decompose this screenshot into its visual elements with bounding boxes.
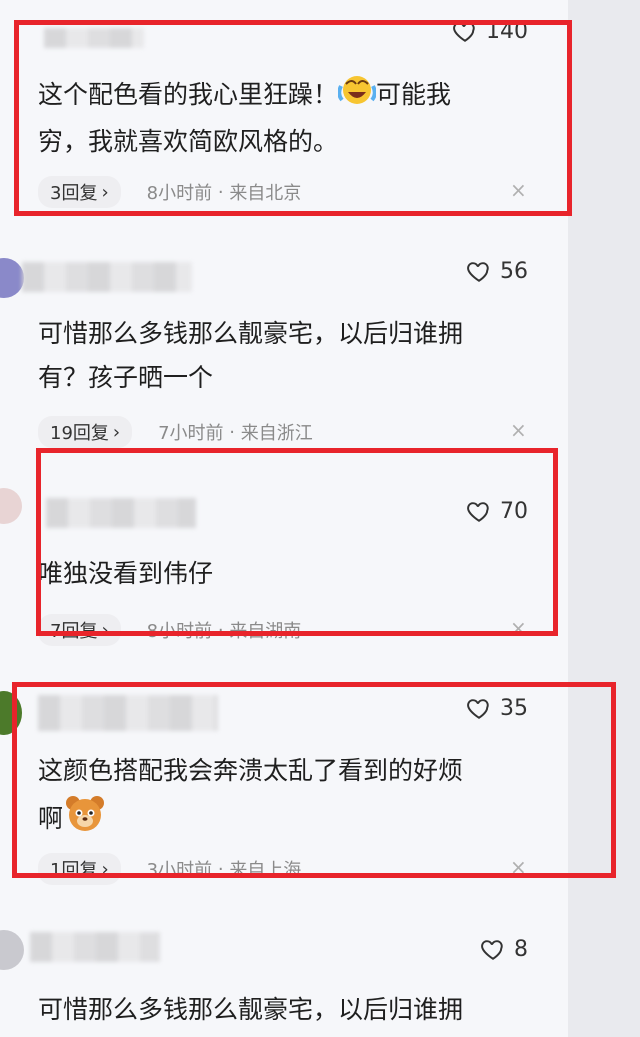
comment-text-line1: 唯独没看到伟仔 xyxy=(38,559,214,588)
separator: · xyxy=(217,181,224,203)
replies-button[interactable]: 1回复 › xyxy=(38,853,121,885)
right-panel-edge xyxy=(568,0,640,1037)
like-count: 70 xyxy=(500,498,528,524)
like-button[interactable]: 70 xyxy=(466,498,528,524)
like-button[interactable]: 35 xyxy=(466,695,528,721)
crying-laughing-emoji-icon xyxy=(337,72,377,120)
comment-text-line1: 可惜那么多钱那么靓豪宅，以后归谁拥 xyxy=(38,319,464,348)
close-icon[interactable]: × xyxy=(510,178,527,202)
location: 来自浙江 xyxy=(240,423,313,444)
timestamp: 8小时前 xyxy=(146,621,213,642)
replies-count: 1回复 xyxy=(50,860,98,881)
comment-item: 140 这个配色看的我心里狂躁！ 可能我 穷，我就喜欢简欧风格的。 3回复 › 8小… xyxy=(0,0,568,220)
comment-item: 70 唯独没看到伟仔 7回复 › 8小时前 · 来自湖南 × xyxy=(0,450,568,665)
timestamp: 7小时前 xyxy=(158,423,224,444)
heart-icon xyxy=(467,262,489,282)
comment-item: 8 可惜那么多钱那么靓豪宅，以后归谁拥 xyxy=(0,920,568,1037)
comment-text-line2: 穷，我就喜欢简欧风格的。 xyxy=(38,127,339,156)
comment-text: 这个配色看的我心里狂躁！ 可能我 穷，我就喜欢简欧风格的。 xyxy=(38,72,548,164)
like-button[interactable]: 8 xyxy=(480,936,528,962)
chevron-right-icon: › xyxy=(101,619,109,641)
comment-text: 唯独没看到伟仔 xyxy=(38,552,548,596)
chevron-right-icon: › xyxy=(101,181,109,203)
comment-text: 这颜色搭配我会奔溃太乱了看到的好烦 啊 xyxy=(38,749,548,847)
replies-count: 7回复 xyxy=(50,621,98,642)
bear-emoji-icon xyxy=(63,793,107,847)
separator: · xyxy=(229,421,236,443)
username-blurred xyxy=(30,932,160,962)
heart-icon xyxy=(453,22,475,42)
close-icon[interactable]: × xyxy=(510,855,527,879)
chevron-right-icon: › xyxy=(112,421,121,443)
replies-count: 19回复 xyxy=(50,423,109,444)
like-button[interactable]: 56 xyxy=(466,258,528,284)
close-icon[interactable]: × xyxy=(510,616,527,640)
like-count: 56 xyxy=(500,258,528,284)
avatar xyxy=(0,488,22,524)
separator: · xyxy=(217,619,224,641)
like-button[interactable]: 140 xyxy=(452,18,528,44)
replies-button[interactable]: 7回复 › xyxy=(38,614,121,646)
replies-button[interactable]: 3回复 › xyxy=(38,176,121,208)
comment-text-line1: 这个配色看的我心里狂躁！ xyxy=(38,80,339,109)
avatar xyxy=(0,258,24,298)
timestamp: 3小时前 xyxy=(146,860,213,881)
location: 来自湖南 xyxy=(229,621,302,642)
replies-button[interactable]: 19回复 › xyxy=(38,416,133,448)
comment-text-line2: 啊 xyxy=(38,804,64,833)
comment-meta: 19回复 › 7小时前 · 来自浙江 xyxy=(38,416,313,448)
chevron-right-icon: › xyxy=(101,858,109,880)
username-blurred xyxy=(44,28,144,48)
like-count: 140 xyxy=(486,18,528,44)
username-blurred xyxy=(22,262,192,292)
comment-text: 可惜那么多钱那么靓豪宅，以后归谁拥 xyxy=(38,988,548,1032)
separator: · xyxy=(217,858,224,880)
comment-item: 35 这颜色搭配我会奔溃太乱了看到的好烦 啊 1回复 › 3小时前 · 来自上海 … xyxy=(0,665,568,920)
comment-text-line1: 这颜色搭配我会奔溃太乱了看到的好烦 xyxy=(38,756,464,785)
comment-meta: 1回复 › 3小时前 · 来自上海 xyxy=(38,853,301,885)
location: 来自北京 xyxy=(229,183,302,204)
location: 来自上海 xyxy=(229,860,302,881)
close-icon[interactable]: × xyxy=(510,418,527,442)
replies-count: 3回复 xyxy=(50,183,98,204)
comment-text-line2: 有？孩子晒一个 xyxy=(38,363,214,392)
comment-meta: 3回复 › 8小时前 · 来自北京 xyxy=(38,176,301,208)
like-count: 8 xyxy=(514,936,528,962)
comment-text-line1-cont: 可能我 xyxy=(376,80,452,109)
heart-icon xyxy=(467,502,489,522)
avatar xyxy=(0,930,24,970)
heart-icon xyxy=(481,940,503,960)
comment-item: 56 可惜那么多钱那么靓豪宅，以后归谁拥 有？孩子晒一个 19回复 › 7小时前 … xyxy=(0,220,568,450)
timestamp: 8小时前 xyxy=(146,183,213,204)
avatar xyxy=(0,691,22,735)
comment-text-line1: 可惜那么多钱那么靓豪宅，以后归谁拥 xyxy=(38,995,464,1024)
username-blurred xyxy=(38,695,218,731)
like-count: 35 xyxy=(500,695,528,721)
comment-meta: 7回复 › 8小时前 · 来自湖南 xyxy=(38,614,301,646)
comment-text: 可惜那么多钱那么靓豪宅，以后归谁拥 有？孩子晒一个 xyxy=(38,312,548,400)
heart-icon xyxy=(467,699,489,719)
username-blurred xyxy=(46,498,196,528)
